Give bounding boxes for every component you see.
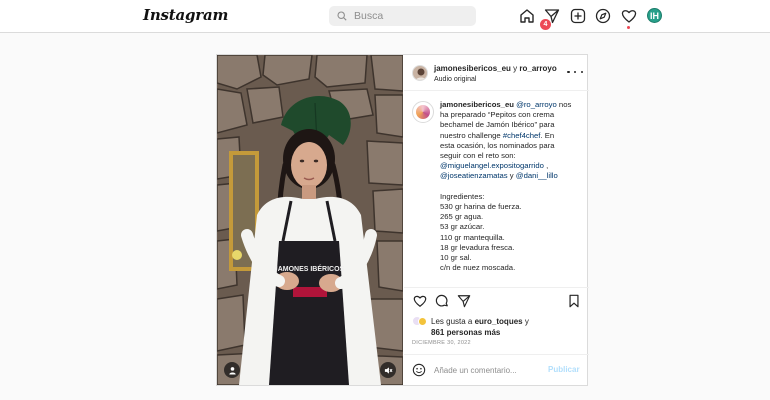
- post-video[interactable]: JAMONES IBÉRICOS: [217, 55, 403, 385]
- more-options-icon[interactable]: [567, 67, 583, 77]
- caption-author[interactable]: jamonesibericos_eu: [440, 100, 514, 109]
- caption-line: ha preparado “Pepitos con crema: [440, 110, 555, 120]
- caption-text: ,: [543, 161, 549, 171]
- liker-avatar[interactable]: [418, 317, 427, 326]
- post-caption: jamonesibericos_eu @ro_arroyo nos ha pre…: [440, 100, 583, 273]
- ingredient-item: c/n de nuez moscada.: [440, 263, 516, 273]
- instagram-page: Instagram 4 IH: [0, 0, 770, 400]
- top-navigation-bar: Instagram 4 IH: [0, 0, 770, 33]
- mention-dani-lillo[interactable]: @dani__lillo: [516, 171, 558, 180]
- caption-text: . En: [540, 130, 555, 140]
- mention-ro-arroyo[interactable]: @ro_arroyo: [516, 100, 557, 109]
- audio-link[interactable]: Audio original: [434, 76, 476, 83]
- ingredient-item: 53 gr azúcar.: [440, 222, 485, 232]
- caption-text: y: [507, 171, 516, 181]
- search-box[interactable]: [329, 6, 476, 26]
- ingredient-item: 530 gr harina de fuerza.: [440, 202, 522, 212]
- ingredient-item: 110 gr mantequilla.: [440, 232, 505, 242]
- notification-badge: 4: [540, 19, 551, 30]
- instagram-logo[interactable]: Instagram: [143, 6, 228, 24]
- coauthor-link[interactable]: ro_arroyo: [519, 64, 556, 73]
- mention-miguelangel[interactable]: @miguelangel.expositogarrido: [440, 161, 544, 170]
- home-icon[interactable]: [518, 7, 536, 25]
- comment-icon[interactable]: [435, 294, 449, 308]
- emoji-icon[interactable]: [412, 363, 426, 377]
- caption-line: bechamel de Jamón Ibérico” para: [440, 120, 555, 130]
- likes-suffix: y: [522, 317, 529, 326]
- activity-heart-icon[interactable]: [620, 7, 638, 25]
- save-bookmark-icon[interactable]: [567, 294, 581, 308]
- search-input[interactable]: [354, 10, 464, 22]
- post-card: JAMONES IBÉRICOS jamonesibericos_eu y ro…: [216, 54, 589, 386]
- apron-logo-text: JAMONES IBÉRICOS: [274, 264, 345, 273]
- explore-icon[interactable]: [594, 7, 612, 25]
- ingredient-item: 265 gr agua.: [440, 212, 484, 222]
- author-avatar[interactable]: [412, 65, 428, 81]
- author-link[interactable]: jamonesibericos_eu: [434, 64, 511, 73]
- share-icon[interactable]: [457, 294, 471, 308]
- post-actions: [404, 287, 589, 313]
- mute-icon[interactable]: [380, 362, 396, 378]
- likes-summary: Les gusta a euro_toques y: [431, 317, 529, 326]
- caption-line: esta ocasión, los nominados para: [440, 140, 555, 150]
- caption-text: nuestro challenge: [440, 130, 503, 140]
- ingredient-item: 10 gr sal.: [440, 253, 472, 263]
- search-icon: [337, 11, 347, 21]
- mention-joseatienzamatas[interactable]: @joseatienzamatas: [440, 171, 508, 180]
- hashtag-link[interactable]: #chef4chef: [503, 131, 541, 140]
- publish-button[interactable]: Publicar: [548, 365, 580, 374]
- new-post-icon[interactable]: [569, 7, 587, 25]
- liker-link[interactable]: euro_toques: [475, 317, 523, 326]
- comment-bar: Publicar: [404, 354, 589, 385]
- caption-line: seguir con el reto son:: [440, 151, 516, 161]
- activity-dot: [627, 26, 630, 29]
- likes-count-link[interactable]: 861 personas más: [431, 328, 500, 337]
- post-header: jamonesibericos_eu y ro_arroyo Audio ori…: [404, 55, 589, 91]
- ingredient-item: 18 gr levadura fresca.: [440, 242, 515, 252]
- tagged-user-icon[interactable]: [224, 362, 240, 378]
- post-authors: jamonesibericos_eu y ro_arroyo: [434, 64, 557, 73]
- likes-prefix: Les gusta a: [431, 317, 475, 326]
- ingredients-title: Ingredientes:: [440, 191, 485, 201]
- comment-input[interactable]: [434, 362, 544, 378]
- caption-text: nos: [556, 100, 572, 109]
- like-heart-icon[interactable]: [413, 294, 427, 308]
- post-side-panel: jamonesibericos_eu y ro_arroyo Audio ori…: [404, 55, 589, 385]
- video-frame-illustration: JAMONES IBÉRICOS: [217, 55, 403, 385]
- caption-author-avatar[interactable]: [412, 101, 434, 123]
- profile-avatar[interactable]: IH: [647, 8, 662, 23]
- post-date[interactable]: DICIEMBRE 30, 2022: [412, 340, 471, 346]
